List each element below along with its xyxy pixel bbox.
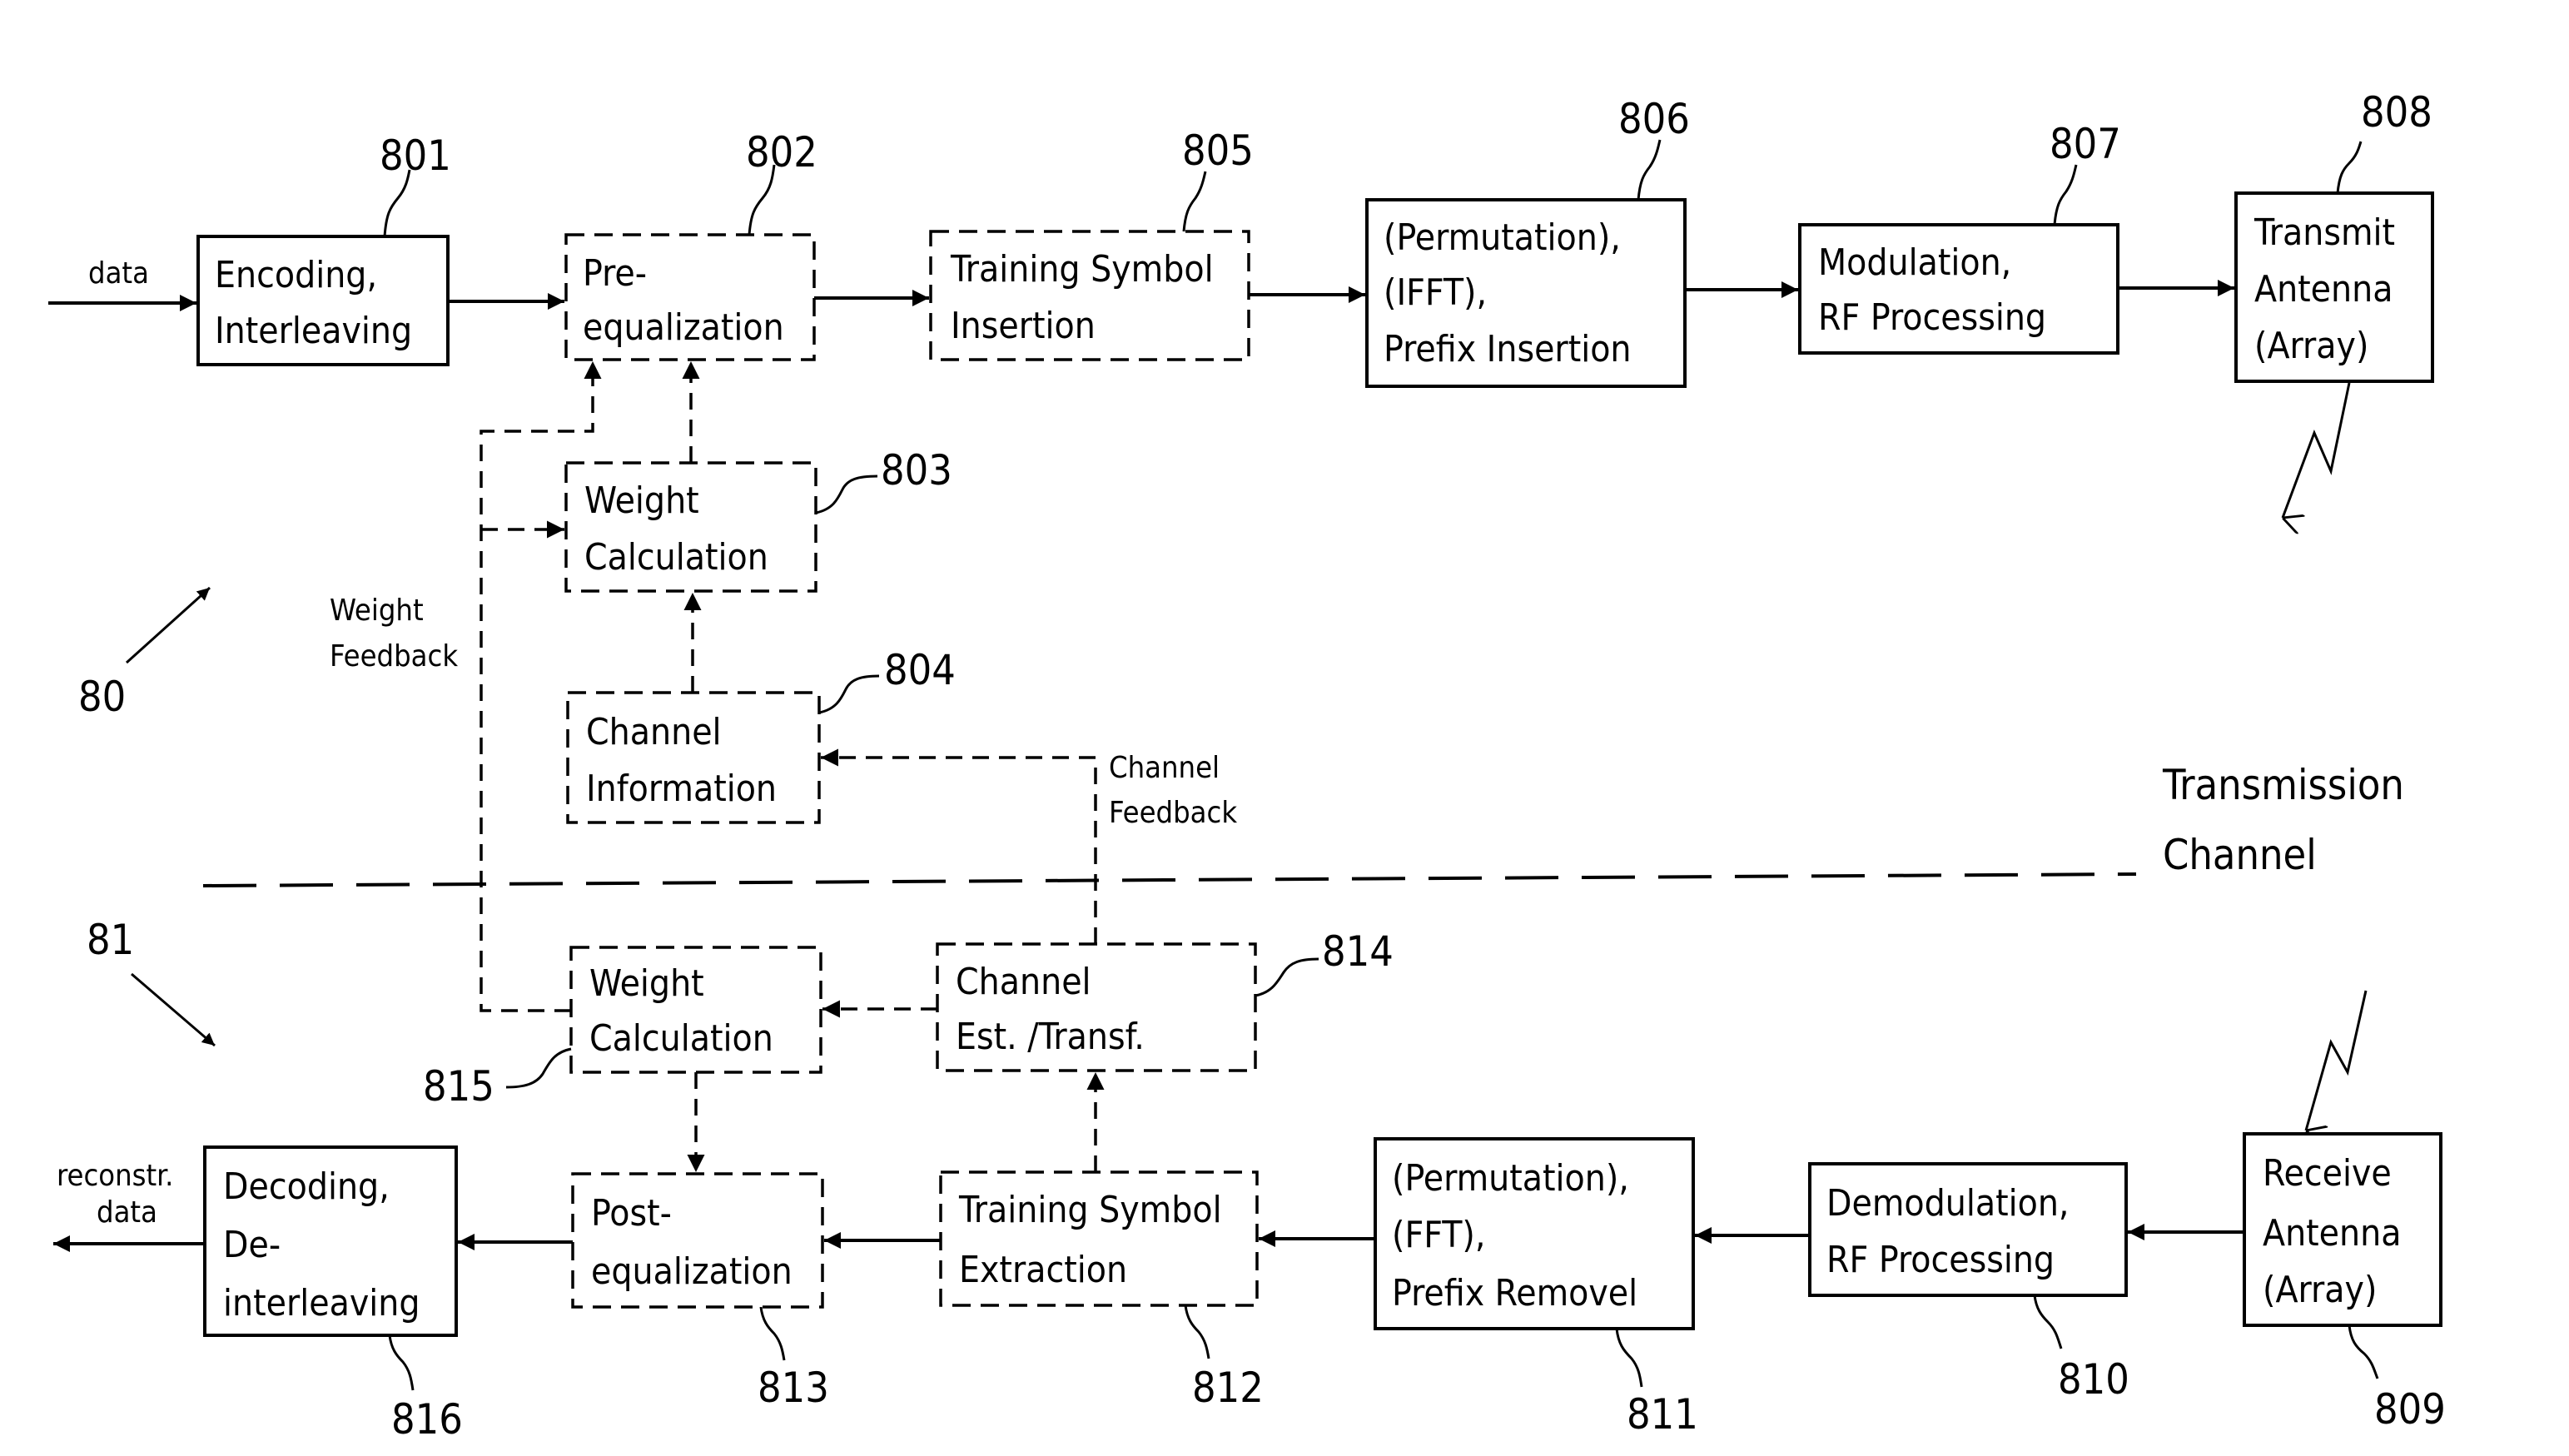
ref-805: 805 <box>1182 127 1254 175</box>
transmission-channel: Transmission Channel <box>202 761 2404 887</box>
ref-816: 816 <box>391 1395 463 1444</box>
block-807-line-1: Modulation, <box>1818 241 2011 284</box>
block-808-line-3: (Array) <box>2254 325 2368 367</box>
ref-810: 810 <box>2058 1355 2129 1404</box>
block-802-pre-equalization: Pre- equalization 802 <box>564 128 817 361</box>
block-806-line-1: (Permutation), <box>1384 216 1621 259</box>
block-810-line-1: Demodulation, <box>1826 1182 2070 1225</box>
block-802-line-1: Pre- <box>583 252 647 295</box>
ref-80-pointer <box>125 586 211 664</box>
ref-801: 801 <box>380 132 451 180</box>
receiver-section: 81 Receive Antenna (Array) 809 Demodulat… <box>53 916 2446 1444</box>
weight-feedback-label-1: Weight <box>330 594 424 628</box>
block-814-line-1: Channel <box>956 961 1091 1003</box>
ofdm-block-diagram: data Encoding, Interleaving 801 Pre- equ… <box>48 88 2446 1444</box>
output-label-1: reconstr. <box>57 1159 173 1193</box>
block-808-transmit-antenna-array: Transmit Antenna (Array) 808 <box>2234 88 2434 383</box>
ref-815: 815 <box>423 1062 494 1111</box>
block-809-line-2: Antenna <box>2263 1212 2401 1255</box>
block-811-permutation-fft-prefix-removel: (Permutation), (FFT), Prefix Removel 811 <box>1374 1137 1698 1439</box>
block-814-line-2: Est. /Transf. <box>956 1016 1145 1058</box>
output-label-2: data <box>97 1195 157 1230</box>
weight-feedback-line <box>480 361 602 1012</box>
block-816-line-3: interleaving <box>223 1282 420 1324</box>
ref-807: 807 <box>2050 120 2121 168</box>
block-811-line-3: Prefix Removel <box>1392 1272 1637 1314</box>
block-801-line-2: Interleaving <box>215 310 412 352</box>
ref-813: 813 <box>758 1364 829 1412</box>
block-814-channel-estimation-transformation: Channel Est. /Transf. 814 <box>936 927 1394 1072</box>
block-816-line-2: De- <box>223 1224 281 1266</box>
block-806-line-2: (IFFT), <box>1384 271 1487 314</box>
block-807-line-2: RF Processing <box>1818 296 2046 339</box>
ref-80-transmitter: 80 <box>78 673 126 721</box>
block-816-decoding-deinterleaving: Decoding, De- interleaving 816 <box>203 1145 463 1444</box>
receive-signal-icon <box>2306 990 2368 1131</box>
ref-814: 814 <box>1322 927 1394 976</box>
block-804-channel-information: Channel Information 804 <box>566 646 956 824</box>
ref-806: 806 <box>1618 95 1690 143</box>
channel-feedback-label-2: Feedback <box>1109 796 1237 830</box>
block-809-receive-antenna-array: Receive Antenna (Array) 809 <box>2243 1132 2446 1434</box>
channel-separator <box>202 872 2137 887</box>
channel-feedback-label-1: Channel <box>1109 751 1220 785</box>
ref-811: 811 <box>1627 1390 1698 1439</box>
block-809-line-3: (Array) <box>2263 1269 2377 1311</box>
block-813-post-equalization: Post- equalization 813 <box>571 1172 829 1412</box>
block-811-line-2: (FFT), <box>1392 1214 1485 1256</box>
ref-81-receiver: 81 <box>87 916 134 964</box>
ref-812: 812 <box>1192 1364 1264 1412</box>
feedback-paths: Weight Feedback Channel Feedback <box>330 361 1237 1012</box>
block-805-line-2: Insertion <box>951 305 1096 347</box>
block-808-line-1: Transmit <box>2253 211 2395 254</box>
weight-feedback-label-2: Feedback <box>330 639 458 673</box>
block-805-line-1: Training Symbol <box>950 248 1214 291</box>
ref-803: 803 <box>881 446 952 494</box>
block-816-line-1: Decoding, <box>223 1165 390 1208</box>
channel-label-2: Channel <box>2163 831 2317 879</box>
block-802-line-2: equalization <box>583 306 784 349</box>
block-809-line-1: Receive <box>2263 1152 2392 1195</box>
transmit-signal-icon <box>2283 382 2351 518</box>
block-815-weight-calculation: Weight Calculation 815 <box>423 946 822 1111</box>
block-806-permutation-ifft-prefix-insertion: (Permutation), (IFFT), Prefix Insertion … <box>1365 95 1690 388</box>
block-811-line-1: (Permutation), <box>1392 1157 1629 1200</box>
block-807-modulation-rf-processing: Modulation, RF Processing 807 <box>1798 120 2121 355</box>
ref-802: 802 <box>746 128 817 176</box>
block-812-line-1: Training Symbol <box>958 1189 1222 1231</box>
ref-809: 809 <box>2374 1385 2446 1434</box>
block-804-line-2: Information <box>586 768 777 810</box>
channel-feedback-line <box>821 748 1097 944</box>
block-812-training-symbol-extraction: Training Symbol Extraction 812 <box>939 1170 1264 1412</box>
block-815-line-2: Calculation <box>589 1017 773 1060</box>
block-812-line-2: Extraction <box>959 1249 1127 1291</box>
block-804-line-1: Channel <box>586 711 722 753</box>
block-803-line-1: Weight <box>584 480 699 522</box>
ref-81-pointer <box>131 972 216 1047</box>
channel-label-1: Transmission <box>2162 761 2404 809</box>
block-808-line-2: Antenna <box>2254 268 2393 311</box>
block-813-line-2: equalization <box>591 1250 793 1293</box>
data-input-label: data <box>88 256 149 291</box>
block-810-demodulation-rf-processing: Demodulation, RF Processing 810 <box>1808 1162 2129 1404</box>
block-815-line-1: Weight <box>589 962 704 1005</box>
block-813-line-1: Post- <box>591 1192 672 1235</box>
block-810-line-2: RF Processing <box>1826 1239 2055 1281</box>
block-801-line-1: Encoding, <box>215 254 377 296</box>
transmitter-section: data Encoding, Interleaving 801 Pre- equ… <box>48 88 2434 824</box>
block-803-weight-calculation: Weight Calculation 803 <box>564 446 952 593</box>
block-803-line-2: Calculation <box>584 536 768 579</box>
block-801-encoding-interleaving: Encoding, Interleaving 801 <box>196 132 451 366</box>
block-806-line-3: Prefix Insertion <box>1384 328 1632 370</box>
block-805-training-symbol-insertion: Training Symbol Insertion 805 <box>929 127 1254 361</box>
ref-804: 804 <box>884 646 956 694</box>
ref-808: 808 <box>2361 88 2432 137</box>
